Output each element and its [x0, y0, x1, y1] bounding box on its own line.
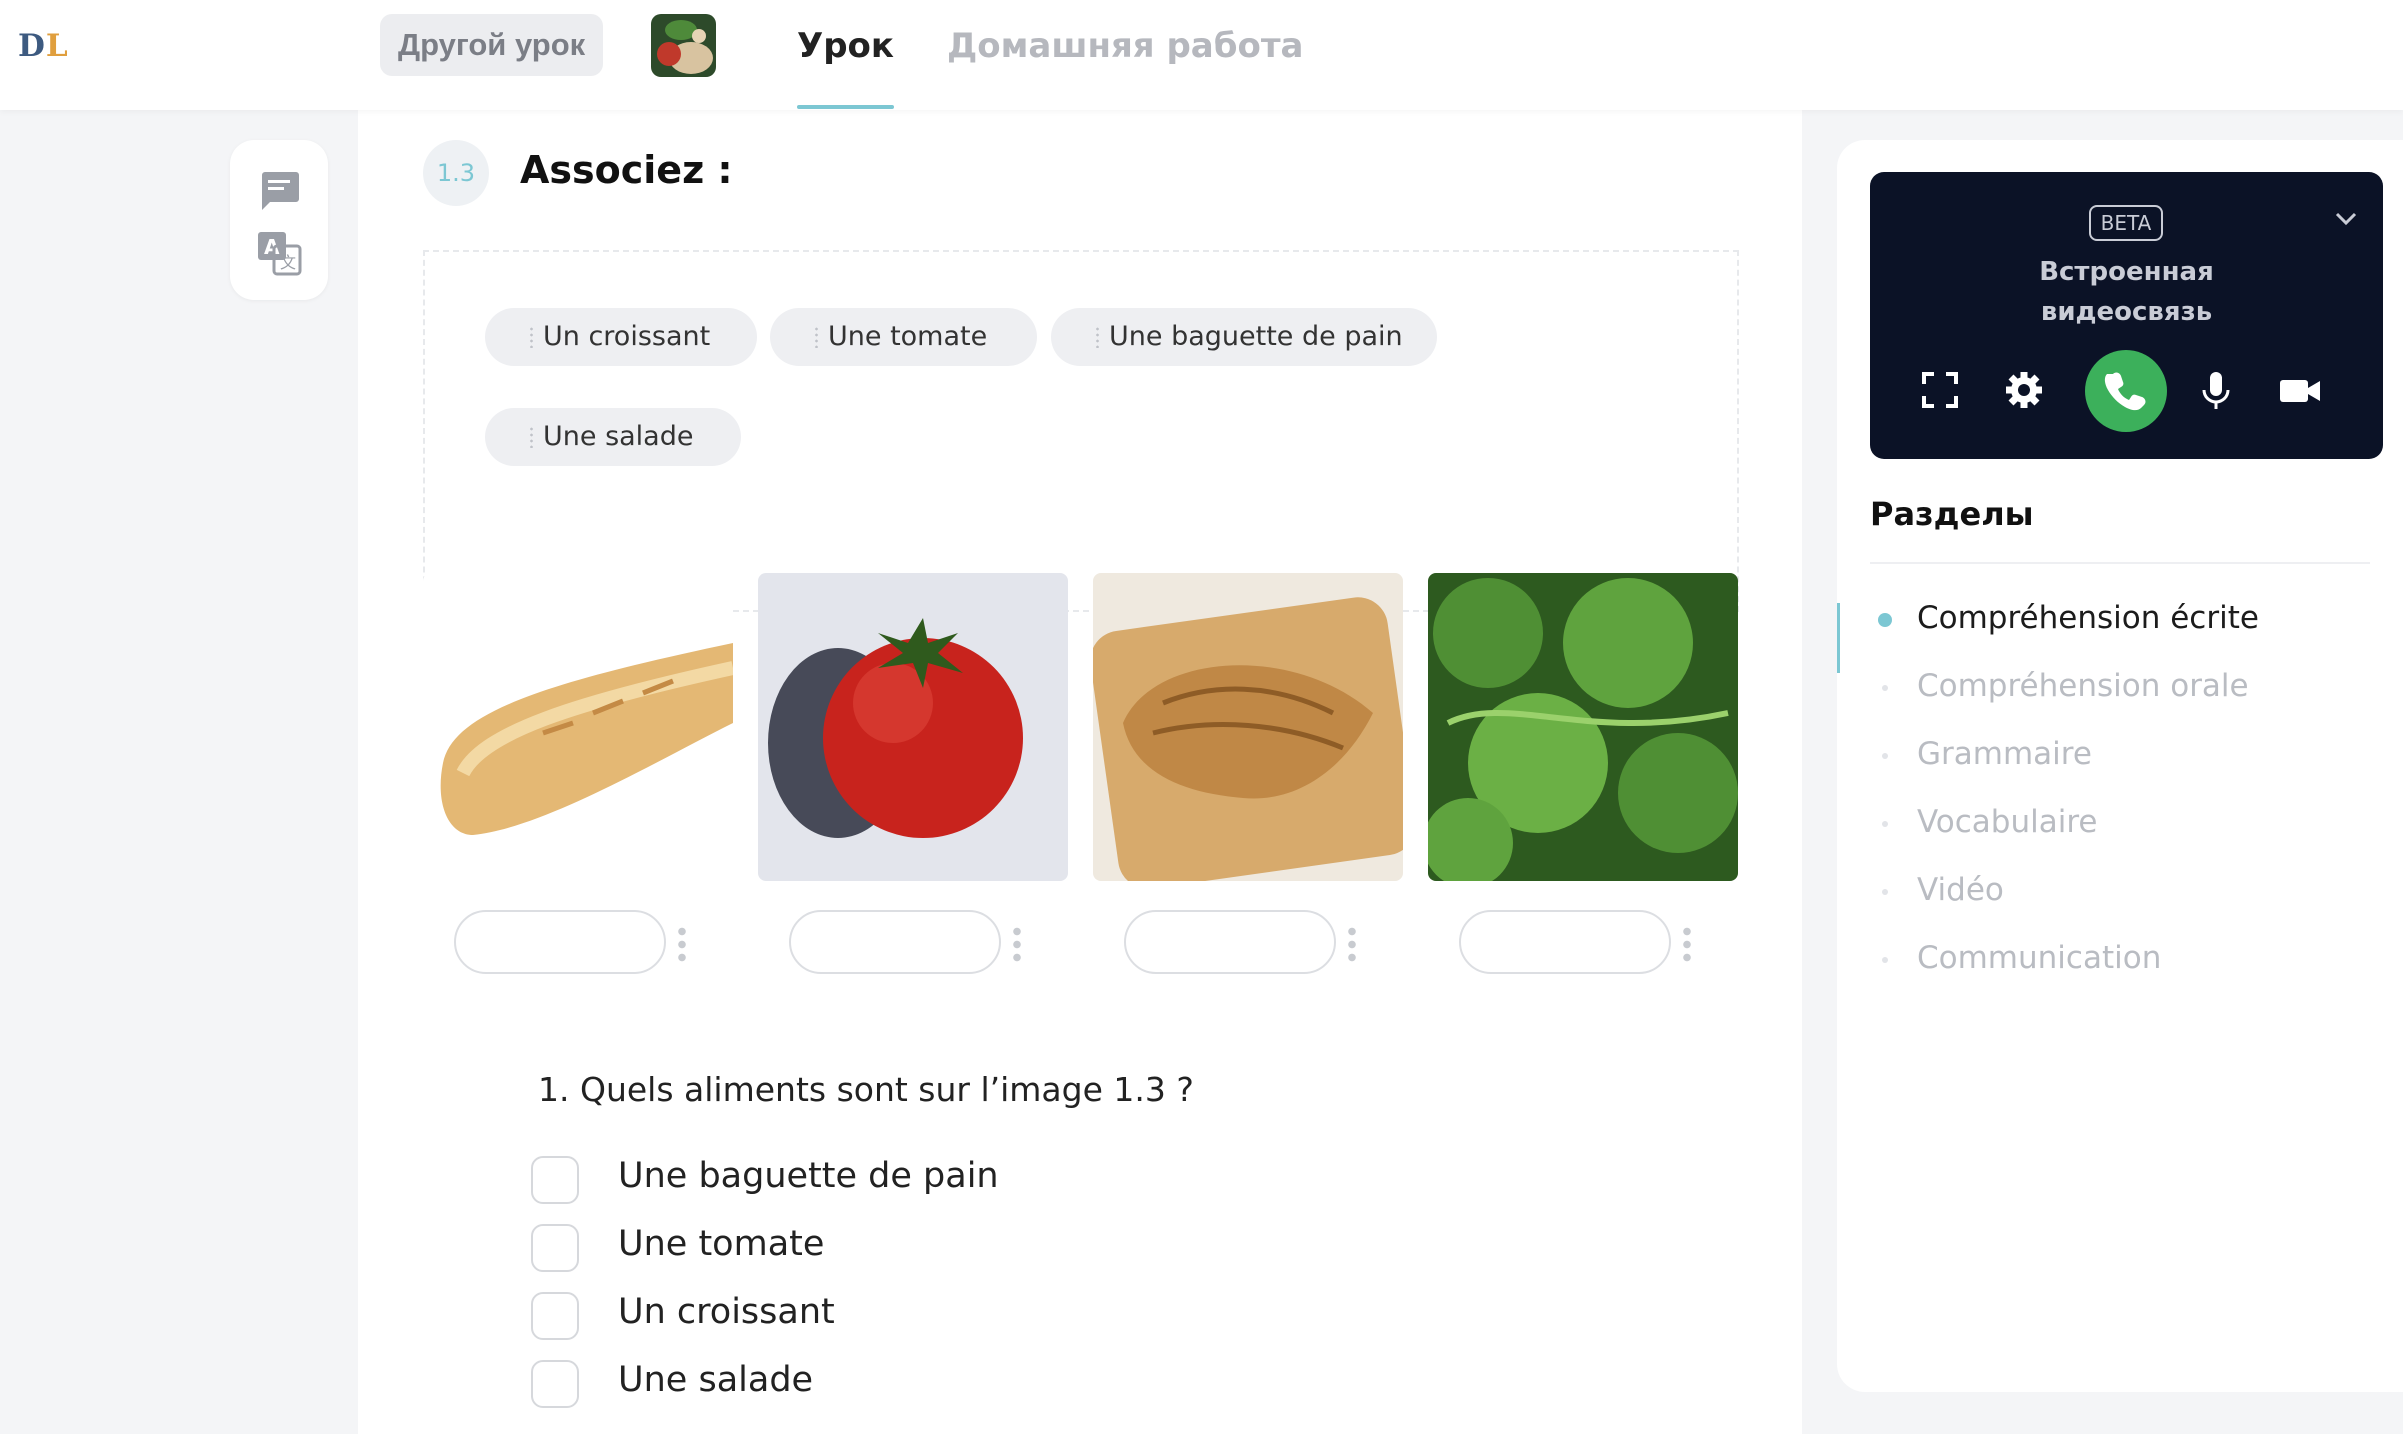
camera-icon[interactable]	[2274, 364, 2326, 416]
drop-zone-4[interactable]	[1459, 910, 1671, 974]
drag-handle-3[interactable]	[1347, 925, 1357, 963]
word-bank: Un croissant Une tomate Une baguette de …	[423, 250, 1739, 612]
lettuce-image	[1428, 573, 1738, 881]
phone-icon	[2104, 372, 2146, 411]
lesson-content: 1.3 Associez : Un croissant Une tomate U…	[358, 110, 1802, 1434]
croissant-image	[1093, 573, 1403, 881]
drop-zone-1[interactable]	[454, 910, 666, 974]
section-dot	[1882, 957, 1888, 963]
exercise-number-badge: 1.3	[423, 140, 489, 206]
video-title-line1: Встроенная	[2039, 257, 2214, 287]
video-call-widget: BETA Встроенная видеосвязь	[1870, 172, 2383, 459]
option-label-2[interactable]: Une tomate	[618, 1224, 824, 1264]
microphone-icon[interactable]	[2190, 364, 2242, 416]
section-item-comprehension-orale[interactable]: Compréhension orale	[1917, 668, 2249, 704]
logo-letter-l: L	[45, 28, 69, 64]
drag-handle-1[interactable]	[677, 925, 687, 963]
translate-icon[interactable]: A 文	[254, 228, 304, 278]
section-dot	[1882, 821, 1888, 827]
drag-handle-4[interactable]	[1682, 925, 1692, 963]
drop-zone-3[interactable]	[1124, 910, 1336, 974]
option-checkbox-1[interactable]	[531, 1156, 579, 1204]
video-call-title: Встроенная видеосвязь	[1870, 252, 2383, 332]
word-chip-tomate[interactable]: Une tomate	[770, 308, 1037, 366]
option-checkbox-3[interactable]	[531, 1292, 579, 1340]
word-chip-baguette[interactable]: Une baguette de pain	[1051, 308, 1437, 366]
fullscreen-icon[interactable]	[1914, 364, 1966, 416]
option-label-1[interactable]: Une baguette de pain	[618, 1156, 999, 1196]
drop-zone-2[interactable]	[789, 910, 1001, 974]
section-dot	[1882, 889, 1888, 895]
word-chip-salade[interactable]: Une salade	[485, 408, 741, 466]
word-chip-croissant[interactable]: Un croissant	[485, 308, 757, 366]
section-dot	[1882, 685, 1888, 691]
section-item-vocabulaire[interactable]: Vocabulaire	[1917, 804, 2098, 840]
video-title-line2: видеосвязь	[2040, 297, 2213, 327]
beta-badge: BETA	[2089, 205, 2163, 241]
top-bar: DL Другой урок Урок Домашняя работа	[0, 0, 2403, 110]
other-lesson-button[interactable]: Другой урок	[380, 14, 604, 76]
option-label-4[interactable]: Une salade	[618, 1360, 813, 1400]
section-item-comprehension-ecrite[interactable]: Compréhension écrite	[1917, 600, 2259, 636]
tab-lesson[interactable]: Урок	[797, 24, 894, 109]
logo-letter-d: D	[18, 28, 46, 64]
sections-title: Разделы	[1870, 495, 2034, 533]
section-dot	[1882, 753, 1888, 759]
section-item-communication[interactable]: Communication	[1917, 940, 2161, 976]
call-button[interactable]	[2085, 350, 2167, 432]
tools-panel: A 文	[230, 140, 328, 300]
option-label-3[interactable]: Un croissant	[618, 1292, 835, 1332]
section-item-grammaire[interactable]: Grammaire	[1917, 736, 2092, 772]
drag-handle-2[interactable]	[1012, 925, 1022, 963]
option-checkbox-4[interactable]	[531, 1360, 579, 1408]
lesson-thumbnail[interactable]	[651, 14, 716, 77]
settings-gear-icon[interactable]	[1998, 364, 2050, 416]
active-section-indicator	[1837, 603, 1840, 673]
section-item-video[interactable]: Vidéo	[1917, 872, 2004, 908]
sections-divider	[1870, 562, 2370, 564]
right-panel: BETA Встроенная видеосвязь Разделы Compr…	[1837, 140, 2403, 1392]
svg-text:文: 文	[280, 253, 296, 272]
app-logo[interactable]: DL	[18, 28, 69, 64]
baguette-image	[423, 573, 733, 881]
exercise-title: Associez :	[520, 148, 733, 192]
option-checkbox-2[interactable]	[531, 1224, 579, 1272]
comment-icon[interactable]	[254, 164, 304, 214]
tab-homework[interactable]: Домашняя работа	[947, 24, 1304, 68]
tomato-image	[758, 573, 1068, 881]
question-text: 1. Quels aliments sont sur l’image 1.3 ?	[538, 1070, 1194, 1109]
section-dot-active	[1878, 613, 1892, 627]
chevron-down-icon[interactable]	[2329, 202, 2363, 236]
